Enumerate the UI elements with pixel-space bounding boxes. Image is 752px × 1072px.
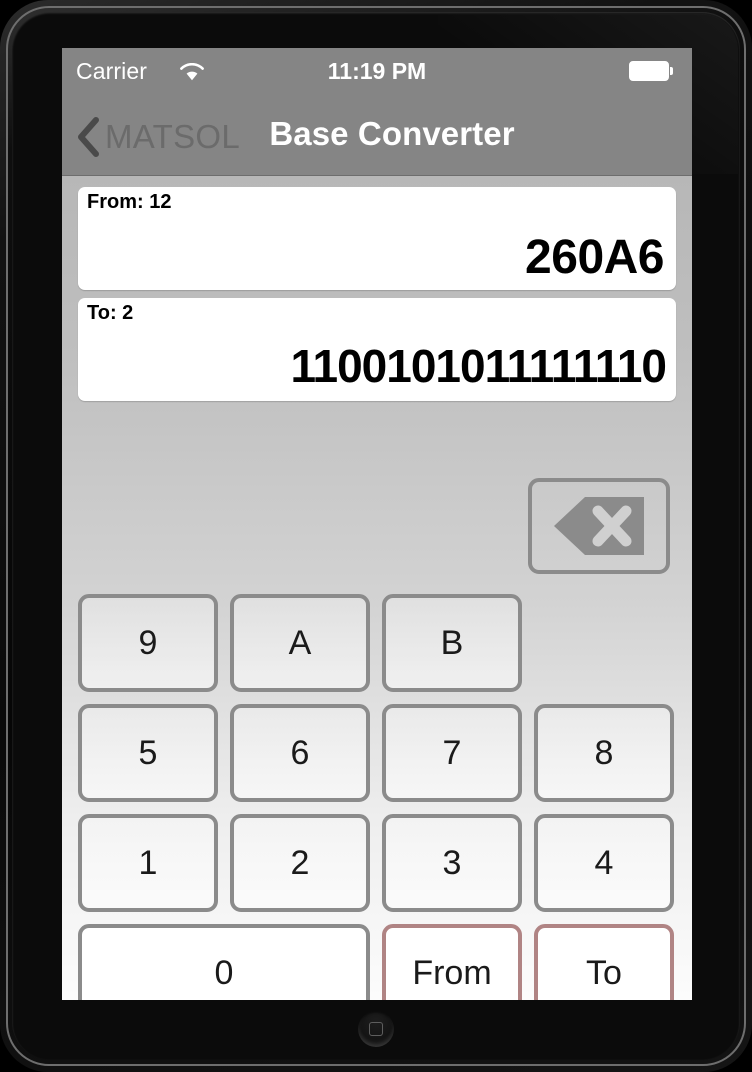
keypad: 9 A B 5 6 7 8 1 2 3 4 0 From To	[78, 594, 678, 1000]
key-label: 0	[214, 953, 234, 992]
key-0[interactable]: 0	[78, 924, 370, 1000]
from-value: 260A6	[525, 231, 664, 284]
key-a[interactable]: A	[230, 594, 370, 692]
key-to[interactable]: To	[534, 924, 674, 1000]
key-6[interactable]: 6	[230, 704, 370, 802]
key-label: To	[586, 953, 622, 992]
key-4[interactable]: 4	[534, 814, 674, 912]
key-label: From	[412, 953, 492, 992]
backspace-button[interactable]	[528, 478, 670, 574]
key-1[interactable]: 1	[78, 814, 218, 912]
home-button-square-icon	[369, 1022, 383, 1036]
home-button[interactable]	[358, 1011, 394, 1047]
page-title: Base Converter	[269, 115, 515, 152]
key-label: 9	[138, 623, 158, 662]
from-display-field[interactable]: From: 12 260A6	[78, 187, 676, 290]
navigation-bar: MATSOL Base Converter	[62, 93, 692, 176]
key-8[interactable]: 8	[534, 704, 674, 802]
battery-full-icon	[629, 61, 673, 81]
key-label: 8	[594, 733, 614, 772]
to-display-field[interactable]: To: 2 1100101011111110	[78, 298, 676, 401]
key-7[interactable]: 7	[382, 704, 522, 802]
key-label: B	[440, 623, 464, 662]
key-label: 4	[594, 843, 614, 882]
key-2[interactable]: 2	[230, 814, 370, 912]
key-label: 1	[138, 843, 158, 882]
converter-body: From: 12 260A6 To: 2 1100101011111110 9 …	[62, 176, 692, 1000]
key-5[interactable]: 5	[78, 704, 218, 802]
key-b[interactable]: B	[382, 594, 522, 692]
key-3[interactable]: 3	[382, 814, 522, 912]
key-label: 2	[290, 843, 310, 882]
status-bar: Carrier 11:19 PM	[62, 48, 692, 93]
to-base-label: To: 2	[87, 302, 134, 324]
ipad-device: Carrier 11:19 PM MATSOL Base Converter F…	[0, 0, 752, 1072]
key-9[interactable]: 9	[78, 594, 218, 692]
key-label: 3	[442, 843, 462, 882]
key-from[interactable]: From	[382, 924, 522, 1000]
key-label: 5	[138, 733, 158, 772]
from-base-label: From: 12	[87, 191, 172, 213]
key-label: A	[288, 623, 312, 662]
app-screen: Carrier 11:19 PM MATSOL Base Converter F…	[62, 48, 692, 1000]
to-value: 1100101011111110	[290, 340, 667, 392]
status-bar-clock: 11:19 PM	[327, 58, 427, 84]
key-label: 6	[290, 733, 310, 772]
key-label: 7	[442, 733, 462, 772]
